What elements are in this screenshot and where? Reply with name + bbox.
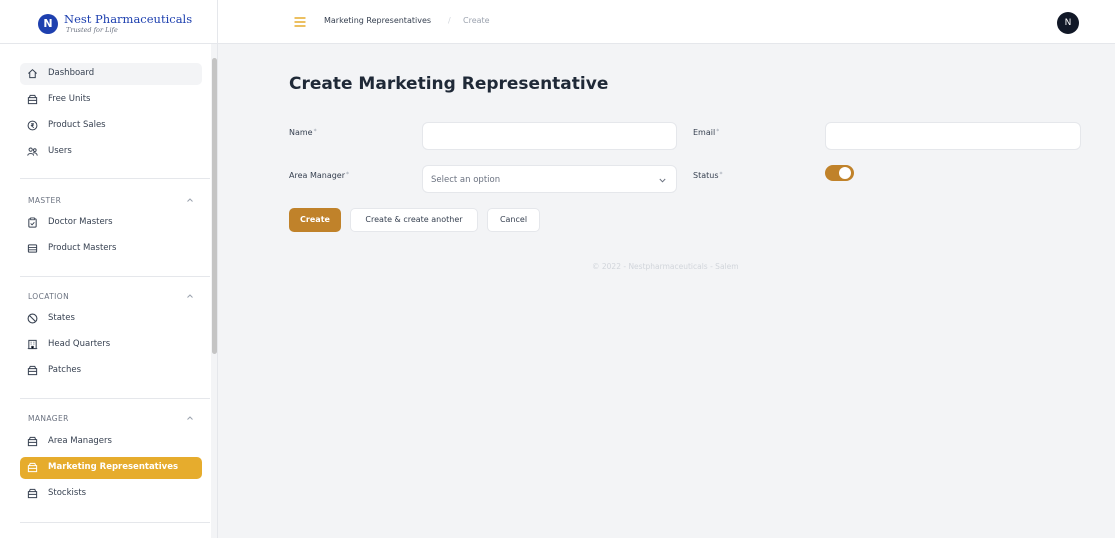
status-label: Status* — [693, 171, 723, 180]
sidebar-item-label: Doctor Masters — [48, 217, 113, 227]
create-button[interactable]: Create — [289, 208, 341, 232]
group-title-master: MASTER — [28, 196, 62, 205]
home-icon — [28, 68, 37, 79]
area-manager-placeholder: Select an option — [431, 175, 501, 185]
box-icon — [27, 488, 38, 499]
sidebar-item-head-quarters[interactable]: Head Quarters — [20, 334, 202, 356]
toggle-knob — [839, 167, 851, 179]
currency-icon — [27, 120, 38, 131]
area-manager-select[interactable]: Select an option — [422, 165, 677, 193]
sidebar-item-patches[interactable]: Patches — [20, 360, 202, 382]
breadcrumb-item-parent[interactable]: Marketing Representatives — [324, 16, 431, 25]
brand-name: Nest Pharmaceuticals — [64, 12, 193, 26]
create-another-button[interactable]: Create & create another — [350, 208, 478, 232]
footer-text: © 2022 - Nestpharmaceuticals - Salem — [592, 262, 739, 271]
breadcrumb-item-current: Create — [463, 16, 490, 25]
sidebar: N Nest Pharmaceuticals Trusted for Life … — [0, 0, 218, 538]
name-label: Name* — [289, 128, 317, 137]
sidebar-item-label: Head Quarters — [48, 339, 111, 349]
scrollbar-thumb[interactable] — [212, 58, 217, 354]
sidebar-divider — [20, 398, 210, 399]
sidebar-item-marketing-representatives[interactable]: Marketing Representatives — [20, 457, 202, 479]
name-field[interactable] — [422, 122, 677, 150]
sidebar-item-label: Users — [48, 146, 72, 156]
users-icon — [27, 147, 38, 156]
sidebar-item-free-units[interactable]: Free Units — [20, 89, 202, 111]
box-icon — [27, 94, 38, 105]
email-label: Email* — [693, 128, 720, 137]
brand[interactable]: N Nest Pharmaceuticals Trusted for Life — [0, 0, 217, 44]
brand-logo: N — [38, 14, 58, 34]
sidebar-item-label: States — [48, 313, 75, 323]
breadcrumb-separator: / — [448, 16, 451, 25]
sidebar-divider — [20, 276, 210, 277]
area-manager-label: Area Manager* — [289, 171, 350, 180]
sidebar-item-area-managers[interactable]: Area Managers — [20, 431, 202, 453]
chevron-up-icon[interactable] — [186, 293, 194, 299]
box-icon — [27, 462, 38, 473]
sidebar-item-label: Marketing Representatives — [48, 462, 179, 472]
sidebar-item-label: Dashboard — [48, 68, 95, 78]
topbar: Marketing Representatives / Create N — [218, 0, 1115, 44]
chevron-up-icon[interactable] — [186, 197, 194, 203]
group-title-manager: MANAGER — [28, 414, 69, 423]
sidebar-scrollbar[interactable] — [211, 44, 217, 538]
sidebar-item-label: Product Sales — [48, 120, 106, 130]
clipboard-icon — [28, 217, 37, 228]
sidebar-item-stockists[interactable]: Stockists — [20, 483, 202, 505]
email-field[interactable] — [825, 122, 1081, 150]
box-icon — [27, 436, 38, 447]
sidebar-item-label: Patches — [48, 365, 82, 375]
brand-tagline: Trusted for Life — [66, 26, 118, 34]
chevron-up-icon[interactable] — [186, 415, 194, 421]
sidebar-item-states[interactable]: States — [20, 308, 202, 330]
sidebar-item-users[interactable]: Users — [20, 141, 202, 163]
box-icon — [27, 365, 38, 376]
sidebar-item-label: Area Managers — [48, 436, 112, 446]
sidebar-item-label: Product Masters — [48, 243, 117, 253]
table-icon — [27, 244, 38, 253]
avatar[interactable]: N — [1057, 12, 1079, 34]
sidebar-item-dashboard[interactable]: Dashboard — [20, 63, 202, 85]
globe-icon — [27, 313, 38, 324]
status-toggle[interactable] — [825, 165, 854, 181]
group-title-location: LOCATION — [28, 292, 70, 301]
sidebar-item-product-sales[interactable]: Product Sales — [20, 115, 202, 137]
chevron-down-icon — [659, 178, 666, 183]
sidebar-item-label: Free Units — [48, 94, 91, 104]
sidebar-item-label: Stockists — [48, 488, 87, 498]
hamburger-menu-icon[interactable] — [294, 17, 306, 27]
page-title: Create Marketing Representative — [289, 74, 609, 94]
building-icon — [27, 339, 38, 350]
sidebar-item-doctor-masters[interactable]: Doctor Masters — [20, 212, 202, 234]
sidebar-divider — [20, 522, 210, 523]
sidebar-divider — [20, 178, 210, 179]
cancel-button[interactable]: Cancel — [487, 208, 540, 232]
sidebar-item-product-masters[interactable]: Product Masters — [20, 238, 202, 260]
